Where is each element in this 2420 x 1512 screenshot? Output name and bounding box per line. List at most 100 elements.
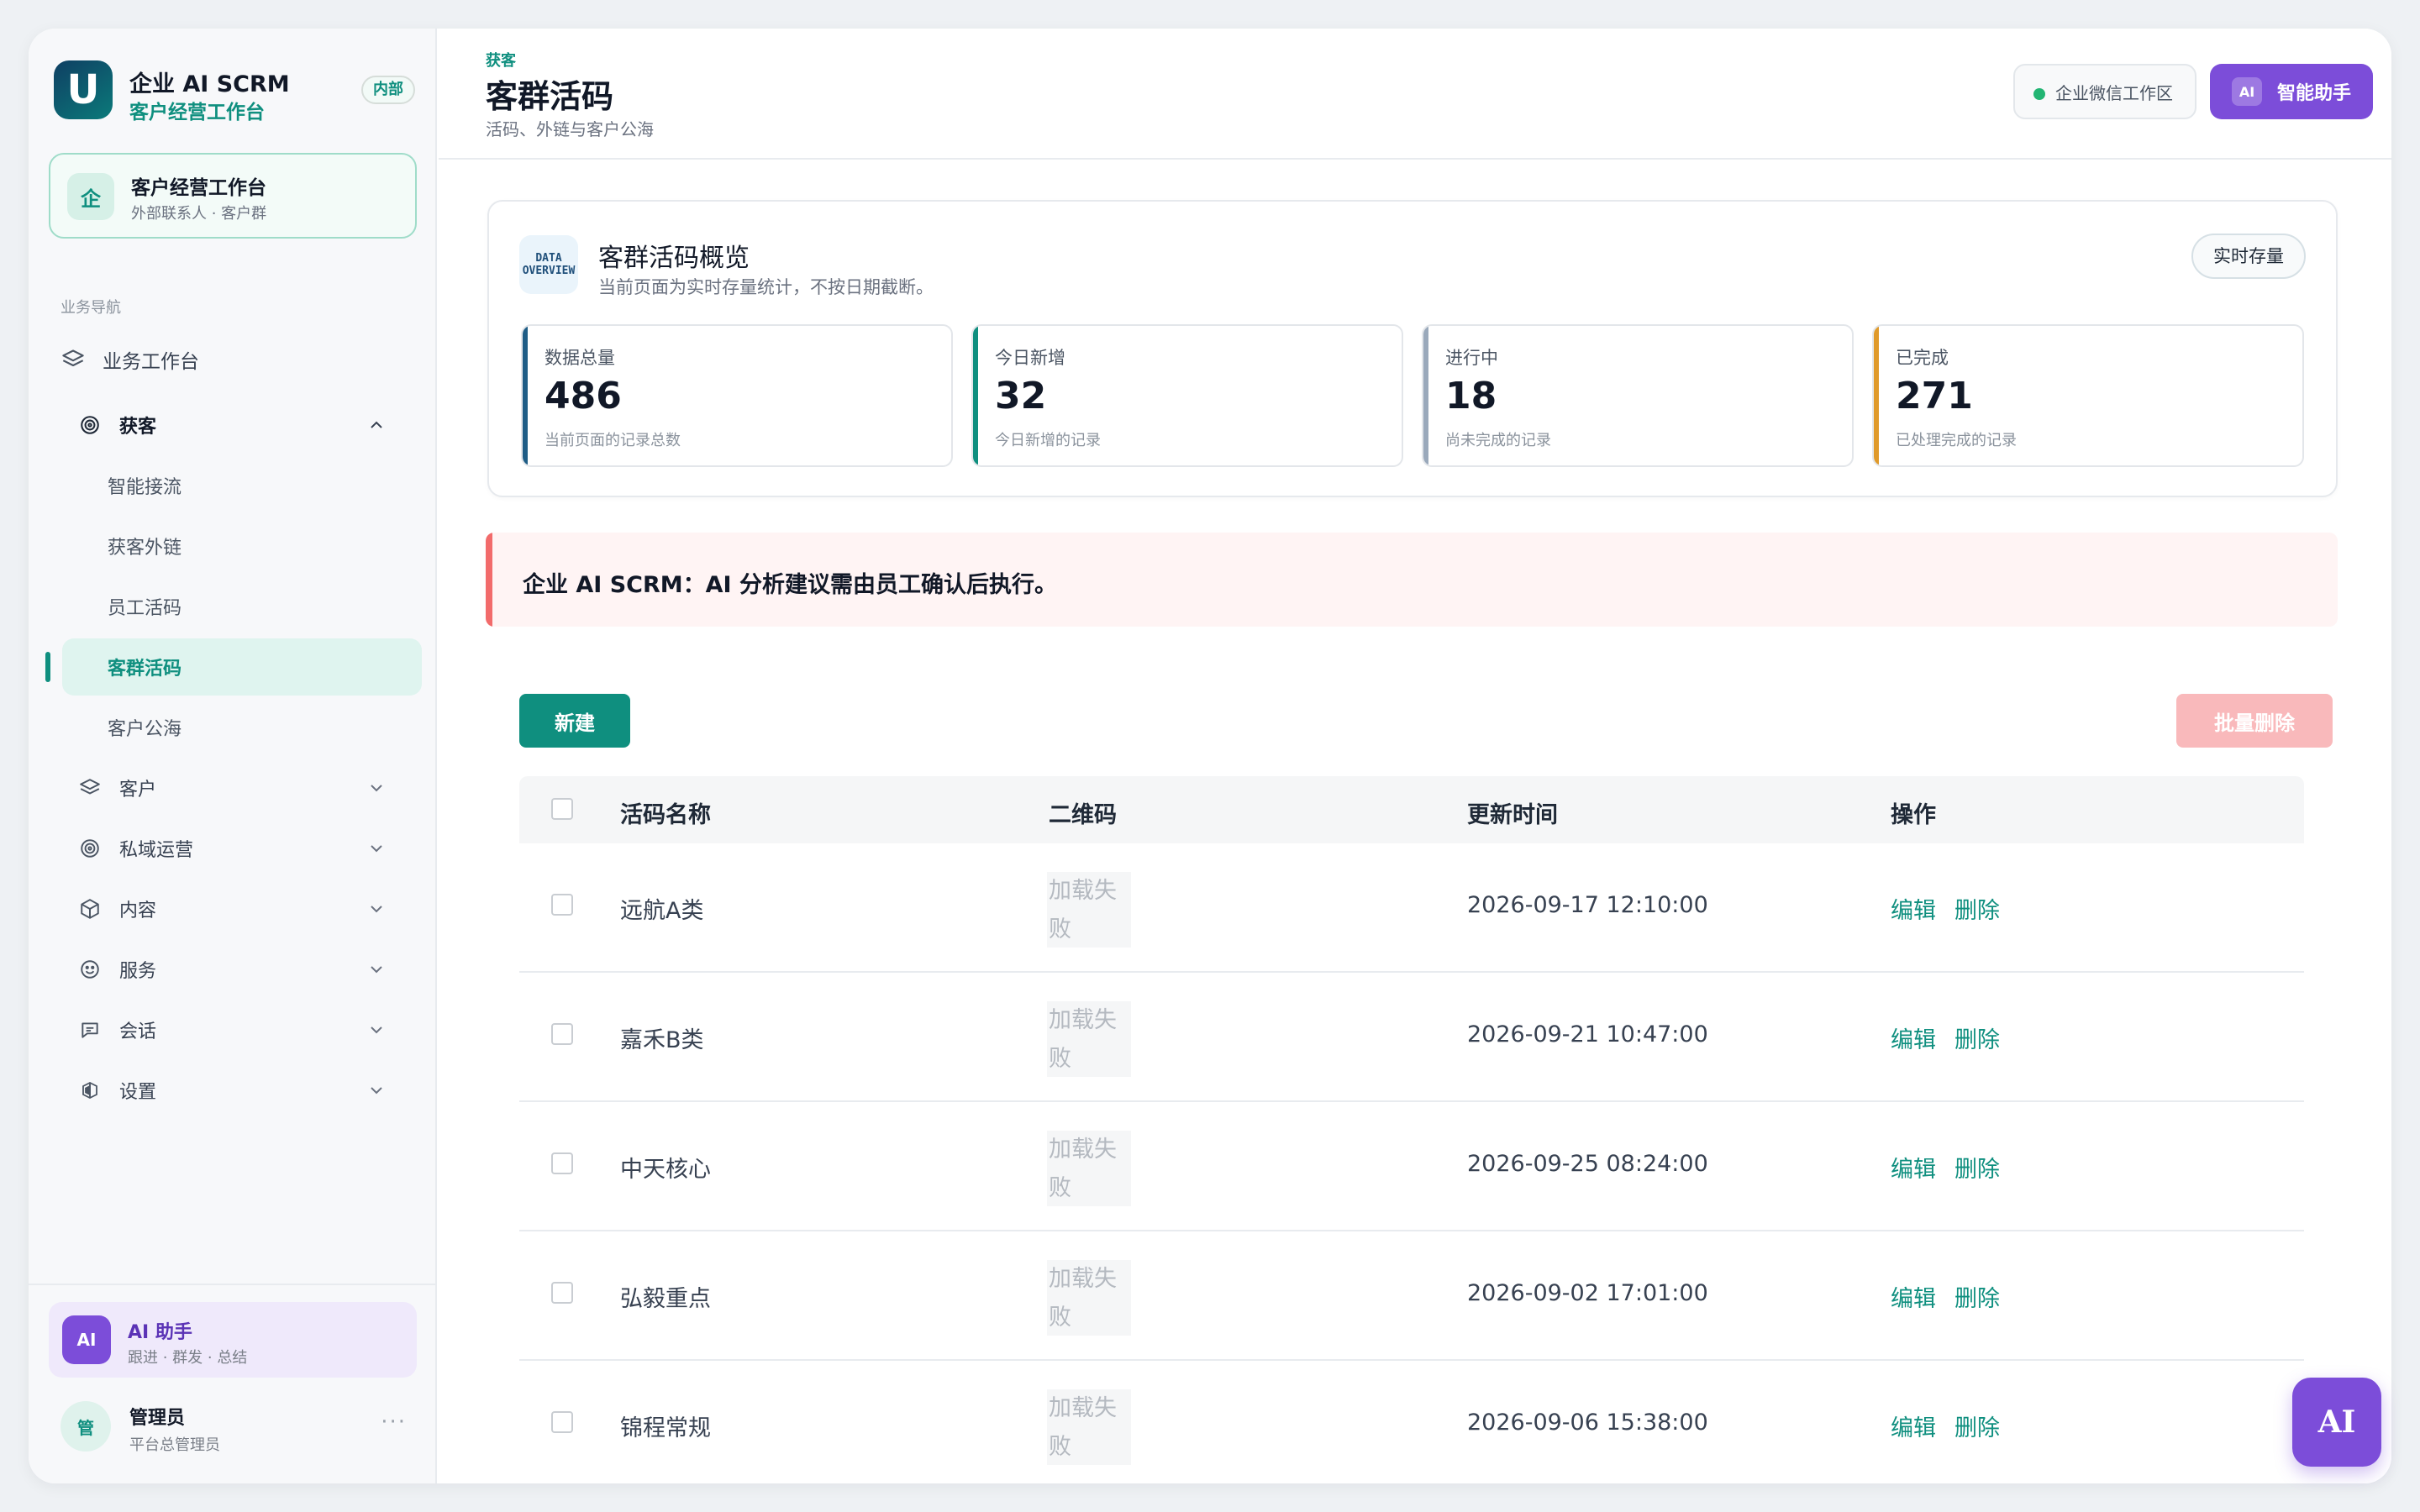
- stat-desc: 尚未完成的记录: [1445, 432, 1551, 449]
- row-checkbox[interactable]: [551, 1282, 573, 1304]
- smart-assistant-button[interactable]: AI 智能助手: [2210, 64, 2373, 119]
- sidebar-divider: [29, 1284, 437, 1285]
- ai-button-label: 智能助手: [2277, 83, 2352, 104]
- qr-placeholder: 加载失败: [1047, 1131, 1131, 1206]
- bulk-delete-button[interactable]: 批量删除: [2176, 694, 2333, 748]
- stat-value: 18: [1445, 375, 1497, 417]
- ai-card-subtitle: 跟进 · 群发 · 总结: [128, 1349, 248, 1367]
- edit-link[interactable]: 编辑: [1891, 892, 1936, 925]
- data-overview-icon: DATA OVERVIEW: [519, 235, 578, 294]
- column-header-actions: 操作: [1891, 802, 1936, 828]
- chevron-down-icon: [366, 959, 387, 979]
- select-all-checkbox[interactable]: [551, 798, 573, 820]
- brand: U 企业 AI SCRM 客户经营工作台 内部: [54, 60, 415, 123]
- workspace-title: 客户经营工作台: [131, 177, 266, 199]
- sidebar: U 企业 AI SCRM 客户经营工作台 内部 企 客户经营工作台 外部联系人 …: [29, 29, 437, 1483]
- delete-link[interactable]: 删除: [1954, 1410, 2000, 1442]
- more-icon[interactable]: ···: [381, 1410, 407, 1435]
- column-header-updated: 更新时间: [1467, 802, 1558, 828]
- stat-desc: 当前页面的记录总数: [544, 432, 681, 449]
- sidebar-group-customer[interactable]: 客户: [77, 763, 422, 813]
- chevron-down-icon: [366, 778, 387, 798]
- delete-link[interactable]: 删除: [1954, 892, 2000, 925]
- sidebar-group-content[interactable]: 内容: [77, 884, 422, 934]
- page-header: 获客 客群活码 活码、外链与客户公海 企业微信工作区 AI 智能助手: [439, 29, 2391, 160]
- stat-card-in-progress: 进行中 18 尚未完成的记录: [1422, 324, 1854, 467]
- alert-accent-bar: [486, 533, 492, 627]
- row-updated-time: 2026-09-02 17:01:00: [1467, 1280, 1708, 1306]
- sidebar-group-acquire[interactable]: 获客: [77, 400, 422, 450]
- sidebar-group-service[interactable]: 服务: [77, 944, 422, 995]
- sidebar-item-acquire-link[interactable]: 获客外链: [62, 517, 422, 575]
- cube-icon: [77, 896, 103, 921]
- stat-card-total: 数据总量 486 当前页面的记录总数: [521, 324, 953, 467]
- page-subtitle: 活码、外链与客户公海: [486, 119, 654, 139]
- user-profile[interactable]: 管 管理员 平台总管理员 ···: [60, 1398, 422, 1457]
- user-name: 管理员: [129, 1408, 186, 1429]
- layers-icon: [60, 347, 86, 372]
- row-updated-time: 2026-09-25 08:24:00: [1467, 1151, 1708, 1177]
- sidebar-group-label: 会话: [119, 1021, 157, 1042]
- stat-value: 486: [544, 375, 622, 417]
- delete-link[interactable]: 删除: [1954, 1021, 2000, 1054]
- stat-desc: 今日新增的记录: [995, 432, 1101, 449]
- workspace-subtitle: 外部联系人 · 客户群: [131, 205, 267, 223]
- settings-icon: [77, 1078, 103, 1103]
- avatar: 管: [60, 1401, 111, 1452]
- row-name: 嘉禾B类: [620, 1027, 704, 1053]
- row-name: 弘毅重点: [620, 1286, 711, 1312]
- workspace-switcher[interactable]: 企 客户经营工作台 外部联系人 · 客户群: [49, 153, 417, 239]
- table-header: 活码名称 二维码 更新时间 操作: [519, 776, 2304, 843]
- stat-value: 271: [1896, 375, 1973, 417]
- overview-subtitle: 当前页面为实时存量统计，不按日期截断。: [598, 277, 934, 297]
- sidebar-group-private-ops[interactable]: 私域运营: [77, 823, 422, 874]
- sidebar-item-label: 员工活码: [108, 598, 182, 619]
- nav-section-label: 业务导航: [60, 299, 121, 317]
- sidebar-item-label: 智能接流: [108, 477, 182, 498]
- table-row: 嘉禾B类 加载失败 2026-09-21 10:47:00 编辑 删除: [519, 973, 2304, 1102]
- edit-link[interactable]: 编辑: [1891, 1280, 1936, 1313]
- ai-assistant-card[interactable]: AI AI 助手 跟进 · 群发 · 总结: [49, 1302, 417, 1378]
- row-checkbox[interactable]: [551, 1152, 573, 1174]
- column-header-qr: 二维码: [1049, 802, 1117, 828]
- sidebar-item-label: 业务工作台: [103, 351, 199, 373]
- row-checkbox[interactable]: [551, 1411, 573, 1433]
- workspace-env-pill[interactable]: 企业微信工作区: [2013, 64, 2196, 119]
- sidebar-group-chat[interactable]: 会话: [77, 1005, 422, 1055]
- edit-link[interactable]: 编辑: [1891, 1021, 1936, 1054]
- row-checkbox[interactable]: [551, 1023, 573, 1045]
- sidebar-item-smart-flow[interactable]: 智能接流: [62, 457, 422, 514]
- sidebar-item-group-code[interactable]: 客群活码: [62, 638, 422, 696]
- delete-link[interactable]: 删除: [1954, 1151, 2000, 1184]
- table-row: 远航A类 加载失败 2026-09-17 12:10:00 编辑 删除: [519, 843, 2304, 973]
- stat-accent-bar: [973, 326, 978, 465]
- user-role: 平台总管理员: [129, 1436, 220, 1454]
- chevron-down-icon: [366, 1080, 387, 1100]
- ai-floating-button[interactable]: AI: [2292, 1378, 2381, 1467]
- row-name: 远航A类: [620, 898, 704, 924]
- stat-card-today: 今日新增 32 今日新增的记录: [971, 324, 1403, 467]
- delete-link[interactable]: 删除: [1954, 1280, 2000, 1313]
- active-indicator: [45, 652, 50, 682]
- sidebar-item-label: 获客外链: [108, 538, 182, 559]
- table-row: 弘毅重点 加载失败 2026-09-02 17:01:00 编辑 删除: [519, 1231, 2304, 1361]
- breadcrumb[interactable]: 获客: [486, 49, 516, 71]
- sidebar-item-workbench[interactable]: 业务工作台: [60, 334, 422, 385]
- sidebar-item-label: 客户公海: [108, 719, 182, 740]
- edit-link[interactable]: 编辑: [1891, 1410, 1936, 1442]
- sidebar-group-settings[interactable]: 设置: [77, 1065, 422, 1116]
- smile-icon: [77, 957, 103, 982]
- row-checkbox[interactable]: [551, 894, 573, 916]
- sidebar-item-staff-code[interactable]: 员工活码: [62, 578, 422, 635]
- sidebar-group-label: 服务: [119, 961, 157, 982]
- overview-card: DATA OVERVIEW 客群活码概览 当前页面为实时存量统计，不按日期截断。…: [487, 200, 2338, 497]
- sidebar-item-customer-pool[interactable]: 客户公海: [62, 699, 422, 756]
- edit-link[interactable]: 编辑: [1891, 1151, 1936, 1184]
- qr-placeholder: 加载失败: [1047, 872, 1131, 948]
- layers-icon: [77, 775, 103, 801]
- brand-title: 企业 AI SCRM: [129, 71, 290, 97]
- new-button[interactable]: 新建: [519, 694, 630, 748]
- stat-label: 数据总量: [544, 348, 615, 368]
- brand-logo: U: [54, 60, 113, 119]
- target-icon: [77, 412, 103, 438]
